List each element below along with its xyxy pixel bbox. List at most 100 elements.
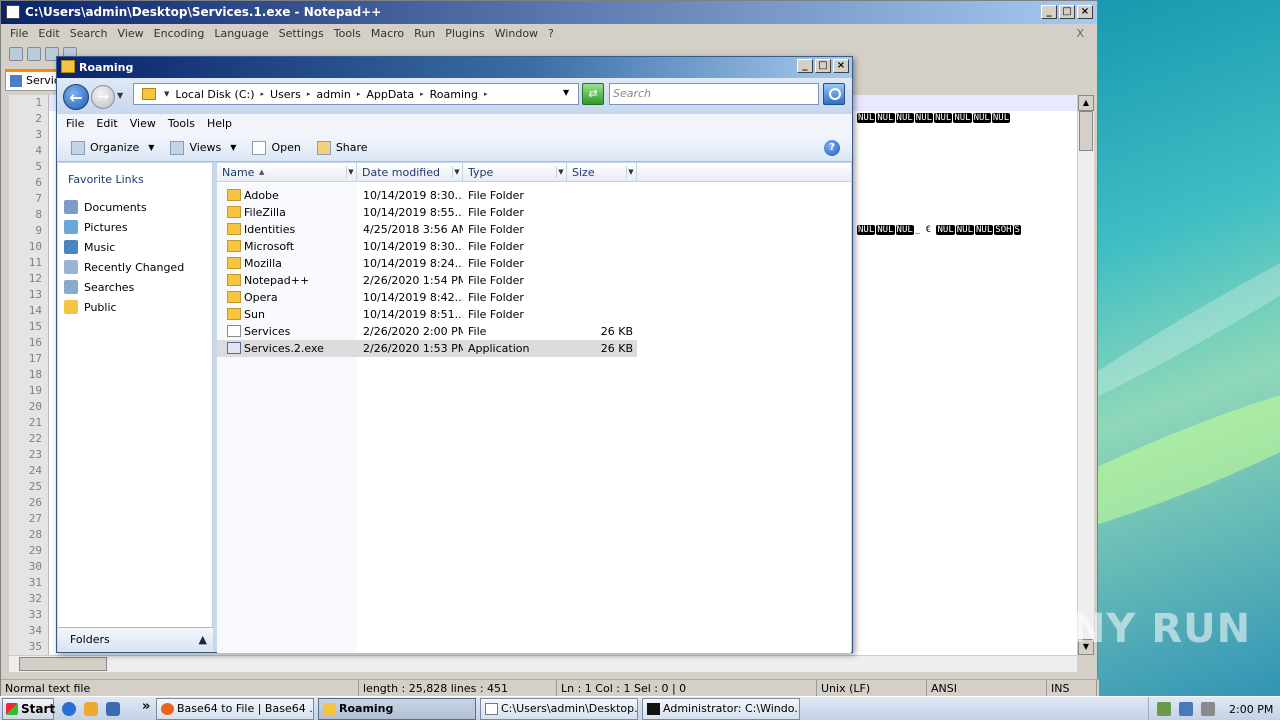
breadcrumb-item[interactable]: Users: [270, 88, 301, 101]
menu-edit[interactable]: Edit: [90, 114, 123, 134]
sidebar-item-documents[interactable]: Documents: [62, 198, 210, 216]
menu-macro[interactable]: Macro: [366, 24, 409, 44]
column-header-name[interactable]: Name ▲ ▼: [217, 163, 357, 182]
notepadpp-titlebar[interactable]: C:\Users\admin\Desktop\Services.1.exe - …: [1, 1, 1097, 24]
column-header-date[interactable]: Date modified ▼: [357, 163, 463, 182]
quick-launch-overflow[interactable]: »: [142, 699, 150, 714]
volume-icon[interactable]: [1201, 702, 1215, 716]
file-list-row[interactable]: Notepad++ 2/26/2020 1:54 PM File Folder: [217, 272, 637, 289]
menu-view[interactable]: View: [124, 114, 162, 134]
menu-help[interactable]: Help: [201, 114, 238, 134]
menu-file[interactable]: File: [5, 24, 33, 44]
close-button[interactable]: ×: [1077, 5, 1093, 19]
file-list-row[interactable]: Opera 10/14/2019 8:42... File Folder: [217, 289, 637, 306]
minimize-button[interactable]: _: [1041, 5, 1057, 19]
menu-run[interactable]: Run: [409, 24, 440, 44]
taskbar-button-notepadpp[interactable]: C:\Users\admin\Desktop...: [480, 698, 638, 720]
document-tab[interactable]: Servic: [5, 69, 63, 91]
ie-icon[interactable]: [62, 701, 76, 716]
chevron-right-icon[interactable]: ▸: [357, 90, 361, 98]
menu-plugins[interactable]: Plugins: [440, 24, 489, 44]
file-list-row[interactable]: Adobe 10/14/2019 8:30... File Folder: [217, 187, 637, 204]
folder-icon: [227, 206, 241, 218]
menu-tools[interactable]: Tools: [162, 114, 201, 134]
file-list-row[interactable]: Services.2.exe 2/26/2020 1:53 PM Applicati…: [217, 340, 637, 357]
forward-button[interactable]: →: [91, 85, 115, 109]
security-icon[interactable]: [1157, 702, 1171, 716]
file-list-row[interactable]: FileZilla 10/14/2019 8:55... File Folder: [217, 204, 637, 221]
taskbar-button-firefox[interactable]: Base64 to File | Base64 ...: [156, 698, 314, 720]
maximize-button[interactable]: □: [1059, 5, 1075, 19]
refresh-button[interactable]: ⇄: [582, 83, 604, 105]
breadcrumb-item[interactable]: Local Disk (C:): [175, 88, 254, 101]
sidebar-item-public[interactable]: Public: [62, 298, 210, 316]
file-type: Application: [468, 342, 530, 355]
menu-window[interactable]: Window: [490, 24, 543, 44]
file-list-row[interactable]: Sun 10/14/2019 8:51... File Folder: [217, 306, 637, 323]
sidebar-item-music[interactable]: Music: [62, 238, 210, 256]
media-player-icon[interactable]: [84, 701, 98, 716]
vertical-scrollbar[interactable]: ▲ ▼: [1077, 95, 1094, 655]
taskbar-button-cmd[interactable]: Administrator: C:\Windo...: [642, 698, 800, 720]
search-icon[interactable]: [823, 83, 845, 105]
sidebar-item-pictures[interactable]: Pictures: [62, 218, 210, 236]
menu-tools[interactable]: Tools: [329, 24, 366, 44]
menu-settings[interactable]: Settings: [274, 24, 329, 44]
chevron-right-icon[interactable]: ▸: [420, 90, 424, 98]
back-button[interactable]: ←: [63, 84, 89, 110]
chevron-right-icon[interactable]: ▼: [164, 90, 169, 98]
close-document-x[interactable]: X: [1071, 24, 1089, 44]
file-list-row[interactable]: Services 2/26/2020 2:00 PM File 26 KB: [217, 323, 637, 340]
hscroll-thumb[interactable]: [19, 657, 107, 671]
horizontal-scrollbar[interactable]: [9, 655, 1077, 672]
menu-language[interactable]: Language: [209, 24, 273, 44]
file-list-row[interactable]: Mozilla 10/14/2019 8:24... File Folder: [217, 255, 637, 272]
chevron-right-icon[interactable]: ▸: [307, 90, 311, 98]
recent-pages-dropdown-icon[interactable]: ▼: [117, 91, 123, 100]
share-button[interactable]: Share: [311, 137, 374, 159]
column-header-type[interactable]: Type ▼: [463, 163, 567, 182]
scroll-thumb[interactable]: [1079, 111, 1093, 151]
menu-view[interactable]: View: [113, 24, 149, 44]
chevron-down-icon[interactable]: ▼: [452, 166, 461, 178]
show-desktop-icon[interactable]: [106, 701, 120, 716]
clock[interactable]: 2:00 PM: [1229, 703, 1273, 716]
network-icon[interactable]: [1179, 702, 1193, 716]
chevron-right-icon[interactable]: ▸: [484, 90, 488, 98]
menu-help[interactable]: ?: [543, 24, 559, 44]
sidebar-item-searches[interactable]: Searches: [62, 278, 210, 296]
chevron-right-icon[interactable]: ▸: [261, 90, 265, 98]
new-file-icon[interactable]: [9, 47, 23, 61]
file-type: File Folder: [468, 223, 524, 236]
folders-toggle[interactable]: Folders ▲: [58, 627, 213, 652]
start-button[interactable]: Start: [2, 697, 55, 720]
open-button[interactable]: Open: [246, 137, 306, 159]
chevron-down-icon[interactable]: ▼: [626, 166, 635, 178]
breadcrumb-item[interactable]: Roaming: [430, 88, 478, 101]
open-file-icon[interactable]: [27, 47, 41, 61]
address-bar[interactable]: ▼ Local Disk (C:) ▸ Users ▸ admin ▸ AppD…: [133, 83, 579, 105]
menu-encoding[interactable]: Encoding: [149, 24, 210, 44]
menu-edit[interactable]: Edit: [33, 24, 64, 44]
menu-search[interactable]: Search: [65, 24, 113, 44]
scroll-up-arrow[interactable]: ▲: [1078, 95, 1094, 111]
breadcrumb-item[interactable]: AppData: [366, 88, 414, 101]
file-list-row[interactable]: Identities 4/25/2018 3:56 AM File Folder: [217, 221, 637, 238]
minimize-button[interactable]: _: [797, 59, 813, 73]
close-button[interactable]: ×: [833, 59, 849, 73]
address-dropdown-icon[interactable]: ▼: [563, 88, 569, 97]
file-list-row[interactable]: Microsoft 10/14/2019 8:30... File Folder: [217, 238, 637, 255]
chevron-down-icon[interactable]: ▼: [556, 166, 565, 178]
column-header-size[interactable]: Size ▼: [567, 163, 637, 182]
views-button[interactable]: Views ▼: [164, 137, 242, 159]
menu-file[interactable]: File: [60, 114, 90, 134]
organize-button[interactable]: Organize ▼: [65, 137, 160, 159]
explorer-titlebar[interactable]: Roaming _ □ ×: [57, 57, 852, 78]
search-input[interactable]: Search: [609, 83, 819, 105]
sidebar-item-recently-changed[interactable]: Recently Changed: [62, 258, 210, 276]
taskbar-button-roaming[interactable]: Roaming: [318, 698, 476, 720]
breadcrumb-item[interactable]: admin: [316, 88, 350, 101]
help-icon[interactable]: ?: [824, 140, 840, 156]
maximize-button[interactable]: □: [815, 59, 831, 73]
chevron-down-icon[interactable]: ▼: [346, 166, 355, 178]
